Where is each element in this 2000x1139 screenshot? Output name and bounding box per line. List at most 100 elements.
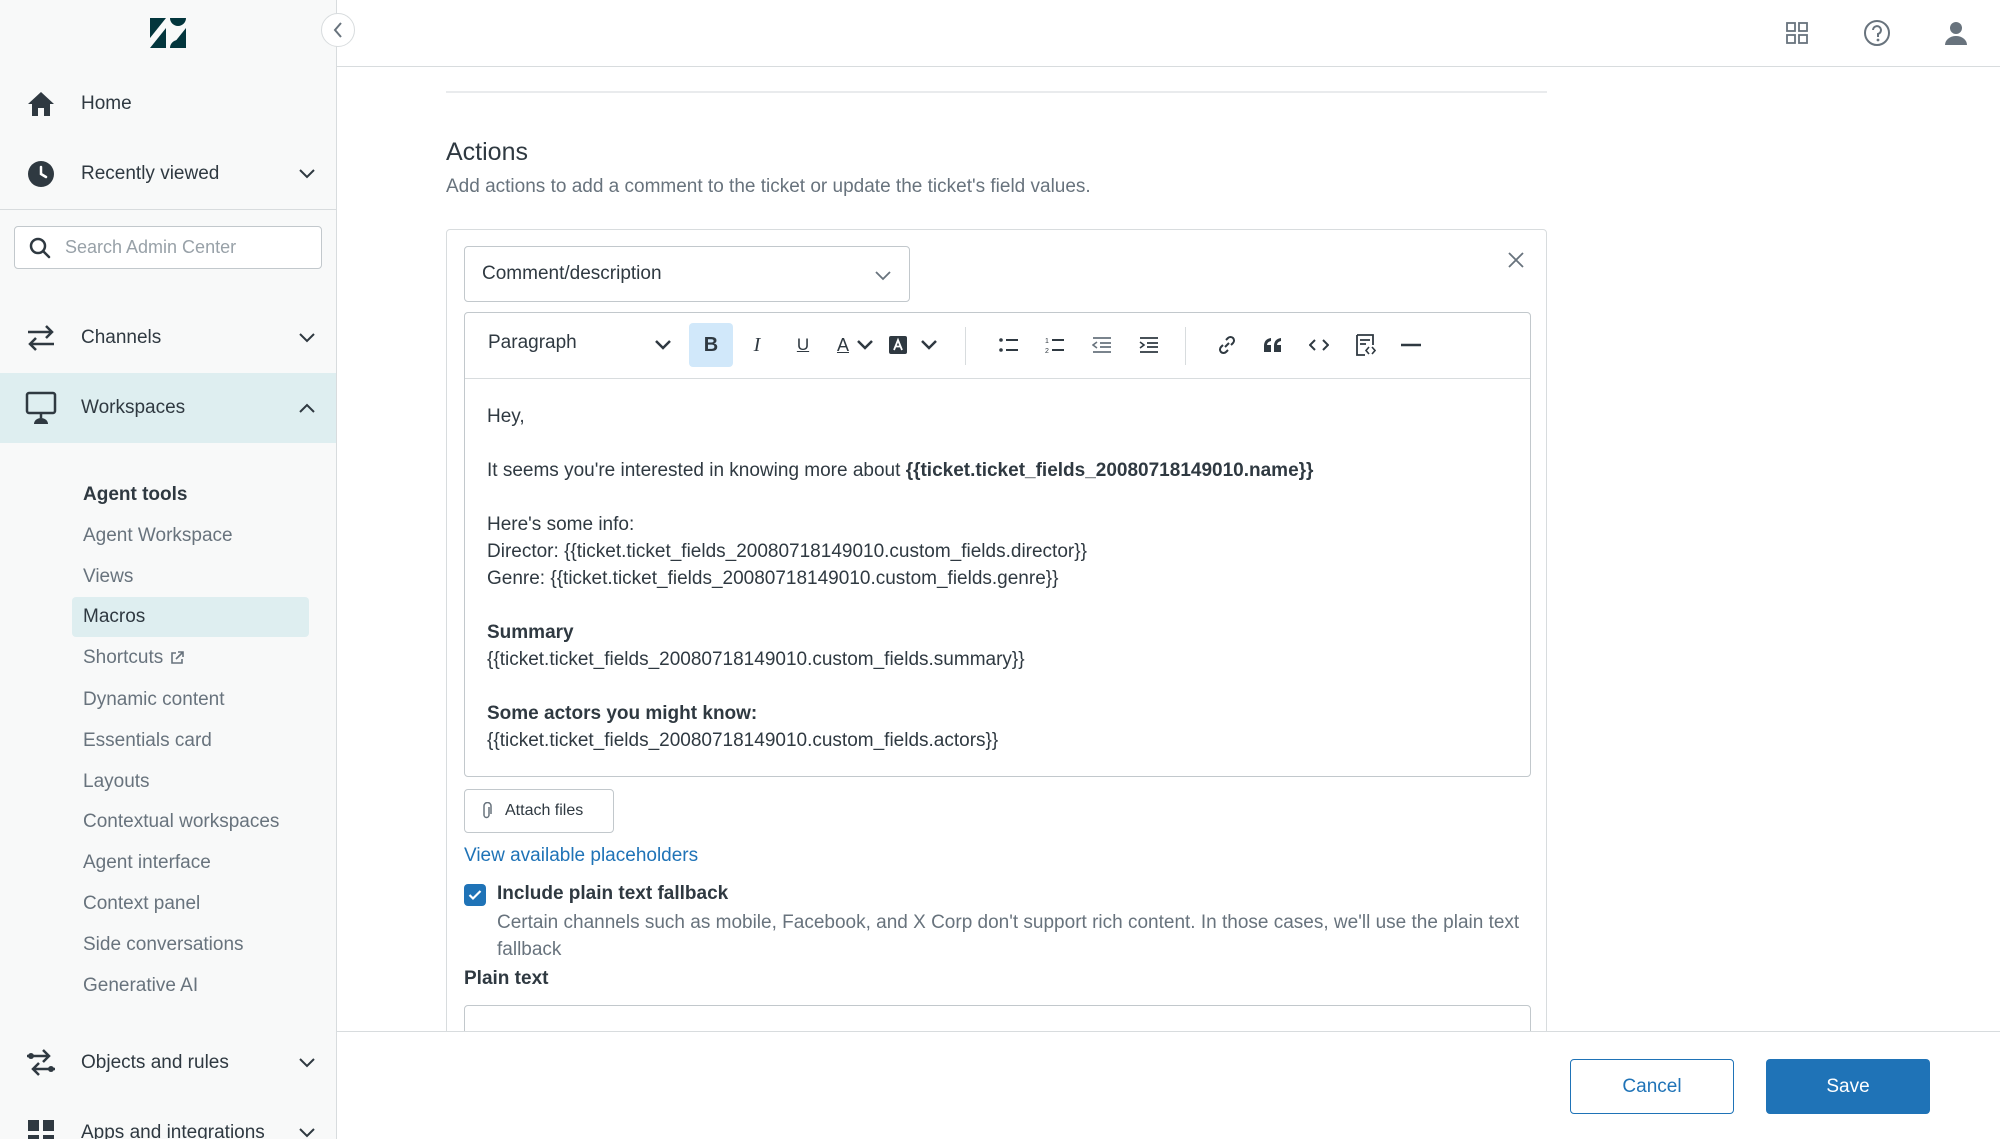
attach-files-label: Attach files [505, 802, 584, 819]
outdent-icon[interactable] [1080, 323, 1124, 367]
sidebar: Home Recently viewed Channels Workspaces [0, 0, 337, 1139]
actions-title: Actions [446, 138, 528, 166]
chevron-down-icon[interactable] [296, 1052, 318, 1074]
plain-text-input[interactable] [464, 1005, 1531, 1031]
svg-text:1: 1 [1045, 338, 1049, 345]
nav-workspaces-label: Workspaces [81, 397, 186, 418]
sidebar-item-essentials-card[interactable]: Essentials card [72, 721, 309, 761]
sidebar-item-macros[interactable]: Macros [72, 597, 309, 637]
section-divider [446, 91, 1547, 93]
nav-home-label: Home [81, 93, 132, 114]
content-summary: {{ticket.ticket_fields_20080718149010.cu… [487, 649, 1025, 670]
content-interest-placeholder: {{ticket.ticket_fields_20080718149010.na… [905, 460, 1314, 481]
nav-objects-rules[interactable]: Objects and rules [0, 1028, 336, 1098]
plain-text-fallback-checkbox[interactable] [464, 884, 486, 906]
sidebar-item-label: Layouts [83, 771, 150, 792]
zendesk-logo[interactable] [150, 18, 186, 48]
paperclip-icon [483, 802, 492, 819]
nav-recently-viewed-label: Recently viewed [81, 163, 220, 184]
sidebar-item-shortcuts[interactable]: Shortcuts [72, 638, 309, 678]
home-icon [24, 87, 58, 121]
content-info-heading: Here's some info: [487, 514, 635, 535]
nav-apps-integrations[interactable]: Apps and integrations [0, 1098, 336, 1139]
sidebar-item-layouts[interactable]: Layouts [72, 762, 309, 802]
plain-text-fallback-hint: Certain channels such as mobile, Faceboo… [497, 912, 1520, 960]
content-interest-line: It seems you're interested in knowing mo… [487, 457, 1517, 484]
sidebar-item-label: Agent Workspace [83, 525, 233, 546]
sidebar-item-dynamic-content[interactable]: Dynamic content [72, 680, 309, 720]
sidebar-item-contextual-workspaces[interactable]: Contextual workspaces [72, 802, 309, 842]
view-placeholders-link[interactable]: View available placeholders [464, 845, 698, 867]
action-type-select[interactable]: Comment/description [464, 246, 910, 302]
editor-content[interactable]: Hey, It seems you're interested in knowi… [487, 403, 1517, 754]
sidebar-item-label: Views [83, 566, 134, 587]
sidebar-item-views[interactable]: Views [72, 557, 309, 597]
cancel-button[interactable]: Cancel [1570, 1059, 1734, 1114]
link-icon[interactable] [1205, 323, 1249, 367]
code-icon[interactable] [1297, 323, 1341, 367]
rich-text-editor[interactable]: Paragraph B I U A 1 2 Hey, It seems you'… [464, 312, 1531, 777]
indent-icon[interactable] [1127, 323, 1171, 367]
clock-icon [24, 157, 58, 191]
attach-files-button[interactable]: Attach files [464, 789, 614, 833]
nav-recently-viewed[interactable]: Recently viewed [0, 139, 336, 209]
objects-rules-icon [24, 1046, 58, 1080]
nav-workspaces[interactable]: Workspaces [0, 373, 336, 443]
content-genre: Genre: {{ticket.ticket_fields_2008071814… [487, 568, 1059, 589]
chevron-down-icon[interactable] [296, 1122, 318, 1139]
bullet-list-icon[interactable] [987, 323, 1031, 367]
sidebar-item-agent-workspace[interactable]: Agent Workspace [72, 516, 309, 556]
highlight-color-icon[interactable] [883, 323, 913, 367]
collapse-sidebar-button[interactable] [321, 13, 355, 47]
chevron-down-icon[interactable] [851, 323, 879, 367]
action-type-value: Comment/description [482, 263, 662, 284]
plain-text-label: Plain text [464, 968, 549, 989]
quote-icon[interactable] [1251, 323, 1295, 367]
paragraph-style-select[interactable]: Paragraph [488, 332, 577, 354]
content-interest-prefix: It seems you're interested in knowing mo… [487, 460, 906, 481]
sidebar-item-label: Agent interface [83, 852, 211, 873]
sidebar-item-generative-ai[interactable]: Generative AI [72, 966, 309, 1006]
admin-search-box[interactable] [14, 226, 322, 269]
chevron-up-icon[interactable] [296, 397, 318, 419]
numbered-list-icon[interactable]: 12 [1033, 323, 1077, 367]
chevron-down-icon[interactable] [296, 163, 318, 185]
apps-grid-icon[interactable] [1781, 17, 1813, 49]
nav-channels[interactable]: Channels [0, 303, 336, 373]
chevron-down-icon[interactable] [641, 323, 685, 367]
sidebar-item-agent-interface[interactable]: Agent interface [72, 843, 309, 883]
chevron-down-icon[interactable] [915, 323, 943, 367]
save-button[interactable]: Save [1766, 1059, 1930, 1114]
content-greeting: Hey, [487, 406, 525, 427]
close-icon[interactable] [1504, 248, 1528, 272]
underline-button[interactable]: U [781, 323, 825, 367]
chevron-down-icon[interactable] [296, 327, 318, 349]
sidebar-item-label: Context panel [83, 893, 201, 914]
channels-icon [24, 321, 58, 355]
footer-bar: Cancel Save [337, 1031, 2000, 1139]
checkmark-icon [468, 890, 482, 901]
nav-home[interactable]: Home [0, 69, 336, 139]
toolbar-separator [965, 327, 966, 365]
italic-button[interactable]: I [735, 323, 779, 367]
chevron-left-icon [333, 22, 342, 38]
code-block-icon[interactable] [1343, 323, 1387, 367]
help-icon[interactable] [1861, 17, 1893, 49]
bold-button[interactable]: B [689, 323, 733, 367]
nav-objects-rules-label: Objects and rules [81, 1052, 229, 1073]
content-summary-heading: Summary [487, 622, 574, 643]
action-card: Comment/description Paragraph B I U A 1 … [446, 229, 1547, 1031]
user-icon[interactable] [1940, 17, 1972, 49]
sidebar-item-label: Contextual workspaces [83, 811, 280, 832]
sidebar-item-label: Side conversations [83, 934, 244, 955]
toolbar-separator [1185, 327, 1186, 365]
plain-text-fallback-label[interactable]: Include plain text fallback [497, 883, 728, 905]
apps-icon [24, 1116, 58, 1139]
sidebar-item-side-conversations[interactable]: Side conversations [72, 925, 309, 965]
horizontal-rule-icon[interactable] [1389, 323, 1433, 367]
nav-channels-label: Channels [81, 327, 162, 348]
search-input[interactable] [65, 227, 315, 268]
sidebar-item-label: Dynamic content [83, 689, 225, 710]
content-director: Director: {{ticket.ticket_fields_2008071… [487, 541, 1087, 562]
sidebar-item-context-panel[interactable]: Context panel [72, 884, 309, 924]
